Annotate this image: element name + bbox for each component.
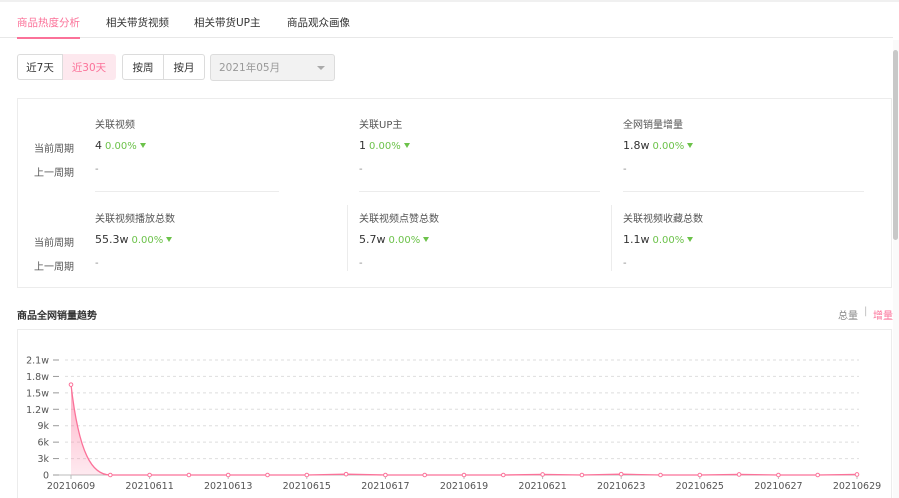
- tab-heat-analysis[interactable]: 商品热度分析: [17, 15, 80, 39]
- metric-value: 5.7w 0.00%: [359, 233, 430, 246]
- trend-chart-container: [17, 329, 892, 498]
- period-range-group: 近7天 近30天: [17, 54, 116, 80]
- arrow-down-icon: [423, 237, 430, 242]
- arrow-down-icon: [403, 143, 410, 148]
- metric-previous: -: [95, 164, 99, 175]
- divider: [347, 205, 348, 271]
- metric-value: 4 0.00%: [95, 139, 146, 152]
- stats-panel: 当前周期 上一周期 当前周期 上一周期 关联视频 4 0.00% - 关联UP主 …: [17, 98, 892, 288]
- arrow-down-icon: [139, 143, 146, 148]
- metric-title: 关联视频播放总数: [95, 214, 175, 225]
- metric-title: 全网销量增量: [623, 120, 683, 131]
- divider: [359, 191, 600, 192]
- divider: [95, 191, 279, 192]
- scrollbar-thumb[interactable]: [893, 50, 898, 240]
- divider: [611, 205, 612, 271]
- row-label-previous: 上一周期: [34, 168, 74, 179]
- tab-related-videos[interactable]: 相关带货视频: [106, 15, 169, 37]
- metric-title: 关联视频收藏总数: [623, 214, 703, 225]
- tab-related-uploaders[interactable]: 相关带货UP主: [194, 15, 261, 37]
- total-toggle[interactable]: 总量: [838, 307, 858, 322]
- by-month-button[interactable]: 按月: [164, 54, 205, 80]
- row-label-previous: 上一周期: [34, 262, 74, 273]
- arrow-down-icon: [687, 237, 694, 242]
- arrow-down-icon: [166, 237, 173, 242]
- trend-title: 商品全网销量趋势: [17, 311, 97, 322]
- period-30d-button[interactable]: 近30天: [63, 54, 116, 80]
- metric-previous: -: [359, 164, 363, 175]
- chevron-down-icon: [317, 66, 325, 70]
- top-border: [0, 0, 899, 2]
- toggle-separator: |: [864, 306, 868, 317]
- month-select-value: 2021年05月: [219, 62, 281, 74]
- metric-previous: -: [623, 258, 627, 269]
- period-7d-button[interactable]: 近7天: [17, 54, 63, 80]
- metric-previous: -: [95, 258, 99, 269]
- metric-value: 55.3w 0.00%: [95, 233, 173, 246]
- metric-previous: -: [623, 164, 627, 175]
- granularity-group: 按周 按月: [122, 54, 205, 80]
- metric-previous: -: [359, 258, 363, 269]
- tab-audience-profile[interactable]: 商品观众画像: [287, 15, 350, 37]
- increment-toggle[interactable]: 增量: [873, 307, 893, 322]
- metric-title: 关联视频点赞总数: [359, 214, 439, 225]
- row-label-current: 当前周期: [34, 144, 74, 155]
- by-week-button[interactable]: 按周: [122, 54, 164, 80]
- metric-value: 1.1w 0.00%: [623, 233, 694, 246]
- metric-title: 关联UP主: [359, 120, 403, 131]
- month-select[interactable]: 2021年05月: [210, 54, 335, 81]
- arrow-down-icon: [687, 143, 694, 148]
- metric-value: 1.8w 0.00%: [623, 139, 694, 152]
- metric-value: 1 0.00%: [359, 139, 410, 152]
- metric-title: 关联视频: [95, 120, 135, 131]
- tab-bar: 商品热度分析 相关带货视频 相关带货UP主 商品观众画像: [0, 8, 893, 39]
- divider: [623, 191, 864, 192]
- row-label-current: 当前周期: [34, 238, 74, 249]
